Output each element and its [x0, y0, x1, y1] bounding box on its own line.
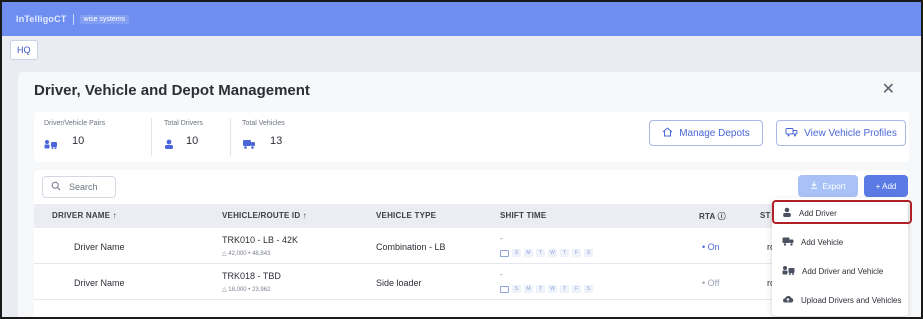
vehicle-profile-icon: [785, 127, 798, 140]
calendar-icon: [500, 285, 509, 293]
day-chip: M: [524, 285, 533, 293]
day-chip: S: [584, 249, 593, 257]
stat-total-drivers: Total Drivers 10: [164, 120, 203, 149]
view-vehicle-profiles-label: View Vehicle Profiles: [804, 127, 897, 139]
rta-header-label: RTA: [699, 212, 716, 221]
close-icon[interactable]: ✕: [882, 82, 895, 98]
vehicle-type: Side loader: [376, 278, 422, 288]
menu-item-label: Upload Drivers and Vehicles: [801, 295, 902, 305]
day-chip: W: [548, 249, 557, 257]
column-header-rta: RTA ⓘ: [699, 211, 726, 222]
stat-value: 10: [72, 135, 85, 147]
vehicle-capacity-values: 18,000 • 23,962: [228, 287, 271, 293]
menu-item-add-driver-and-vehicle[interactable]: Add Driver and Vehicle: [772, 258, 908, 284]
menu-item-add-vehicle[interactable]: Add Vehicle: [772, 229, 908, 255]
shift-time: -: [500, 234, 503, 243]
app-window: InTelligoCT wise systems HQ Driver, Vehi…: [0, 0, 923, 319]
location-bar: HQ: [2, 36, 921, 63]
day-chip: F: [572, 285, 581, 293]
shift-days: S M T W T F S: [500, 285, 593, 293]
driver-vehicle-icon: [44, 136, 58, 149]
vehicle-capacity-values: 42,000 • 48,843: [228, 251, 271, 257]
view-vehicle-profiles-button[interactable]: View Vehicle Profiles: [776, 120, 906, 146]
truck-icon: [782, 236, 794, 248]
add-button[interactable]: + Add: [864, 175, 908, 197]
stats-panel: Driver/Vehicle Pairs 10 Total Drivers 10: [34, 112, 909, 162]
search-placeholder: Search: [69, 182, 98, 192]
vehicle-capacity: △ 18,000 • 23,962: [222, 287, 271, 293]
day-chip: M: [524, 249, 533, 257]
top-bar: InTelligoCT wise systems: [2, 2, 921, 36]
rta-status: • On: [702, 242, 720, 252]
info-icon: ⓘ: [717, 212, 726, 221]
brand-logo: InTelligoCT: [16, 14, 67, 24]
vehicle-type: Combination - LB: [376, 242, 446, 252]
column-header-shift-time: SHIFT TIME: [500, 211, 547, 220]
truck-icon: [242, 136, 256, 149]
day-chip: T: [560, 249, 569, 257]
column-header-vehicle-route-id[interactable]: VEHICLE/ROUTE ID ↑: [222, 211, 307, 220]
calendar-icon: [500, 249, 509, 257]
brand-divider: [72, 13, 74, 25]
stat-value: 10: [186, 135, 199, 147]
day-chip: S: [584, 285, 593, 293]
stat-label: Total Vehicles: [242, 120, 285, 127]
rta-status: • Off: [702, 278, 720, 288]
day-chip: F: [572, 249, 581, 257]
driver-vehicle-icon: [782, 265, 795, 277]
shift-time: -: [500, 270, 503, 279]
column-header-status: ST: [760, 211, 771, 220]
stat-total-vehicles: Total Vehicles 13: [242, 120, 285, 149]
vehicle-route-id: TRK018 - TBD: [222, 271, 281, 281]
export-label: Export: [822, 181, 846, 191]
stat-label: Total Drivers: [164, 120, 203, 127]
stat-driver-vehicle-pairs: Driver/Vehicle Pairs 10: [44, 120, 106, 149]
day-chip: W: [548, 285, 557, 293]
export-button[interactable]: Export: [798, 175, 858, 197]
stat-label: Driver/Vehicle Pairs: [44, 120, 106, 127]
partner-logo: wise systems: [79, 14, 130, 24]
location-tab-hq[interactable]: HQ: [10, 40, 38, 60]
menu-item-label: Add Driver and Vehicle: [802, 266, 884, 276]
stat-value: 13: [270, 135, 283, 147]
day-chip: S: [512, 285, 521, 293]
day-chip: T: [536, 285, 545, 293]
day-chip: T: [560, 285, 569, 293]
manage-depots-label: Manage Depots: [679, 127, 750, 139]
menu-item-label: Add Vehicle: [801, 237, 844, 247]
search-icon: [51, 181, 61, 193]
home-icon: [662, 126, 673, 140]
day-chip: T: [536, 249, 545, 257]
highlight-box: [772, 200, 912, 224]
vehicle-route-id: TRK010 - LB - 42K: [222, 235, 299, 245]
column-header-vehicle-type: VEHICLE TYPE: [376, 211, 437, 220]
day-chip: S: [512, 249, 521, 257]
menu-item-upload-drivers-and-vehicles[interactable]: Upload Drivers and Vehicles: [772, 287, 908, 313]
manage-depots-button[interactable]: Manage Depots: [649, 120, 763, 146]
stat-divider: [230, 118, 231, 156]
person-icon: [164, 136, 178, 149]
page-title: Driver, Vehicle and Depot Management: [34, 82, 310, 99]
download-icon: [810, 181, 818, 191]
driver-name: Driver Name: [74, 242, 125, 252]
search-input[interactable]: Search: [42, 176, 116, 198]
vehicle-capacity: △ 42,000 • 48,843: [222, 251, 271, 257]
cloud-upload-icon: [782, 294, 794, 306]
driver-name: Driver Name: [74, 278, 125, 288]
shift-days: S M T W T F S: [500, 249, 593, 257]
stat-divider: [151, 118, 152, 156]
column-header-driver-name[interactable]: DRIVER NAME ↑: [52, 211, 117, 220]
